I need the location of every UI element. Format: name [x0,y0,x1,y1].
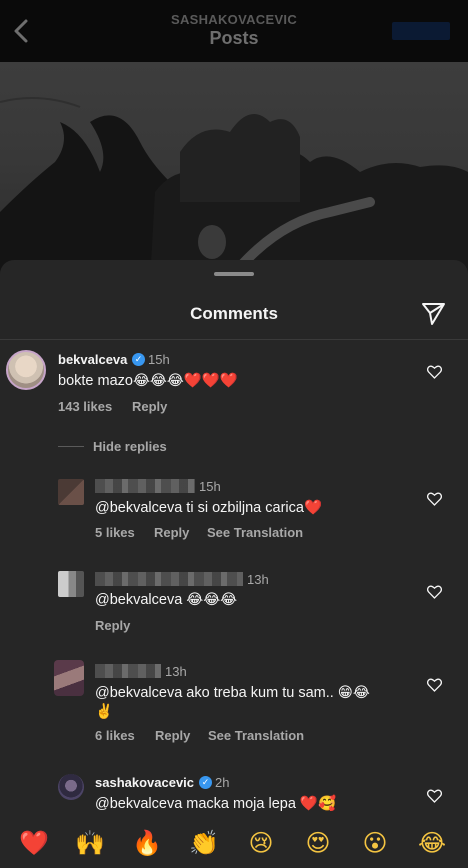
avatar-reply-2[interactable] [58,571,84,597]
reply-3-time: 13h [165,664,187,679]
reply-4-username[interactable]: sashakovacevic [95,775,194,790]
sheet-title: Comments [190,304,278,323]
emoji-crying-button[interactable]: 😢 [246,828,276,858]
avatar-reply-1[interactable] [58,479,84,505]
redacted-username-2[interactable] [95,572,243,586]
verified-badge-icon: ✓ [132,353,145,366]
post-photo-image [0,97,468,282]
reply-2-time: 13h [247,572,269,587]
comment-likes[interactable]: 143 likes [58,399,112,414]
emoji-raised-hands-button[interactable]: 🙌 [75,828,105,858]
emoji-clapping-button[interactable]: 👏 [189,828,219,858]
reply-1-text: @bekvalceva ti si ozbiljna carica❤️ [95,500,323,516]
emoji-laughing-button[interactable]: 😂 [417,828,447,858]
post-photo [0,62,468,282]
top-nav-bar: SASHAKOVACEVIC Posts [0,0,468,62]
reply-2-text: @bekvalceva 😂😂😂 [95,592,238,608]
comment-time: 15h [148,352,170,367]
reply-1-see-translation[interactable]: See Translation [207,525,303,540]
reply-1-reply-button[interactable]: Reply [154,525,189,540]
reply-3-likes[interactable]: 6 likes [95,728,135,743]
reply-3-reply-button[interactable]: Reply [155,728,190,743]
emoji-heart-eyes-button[interactable]: 😍 [303,828,333,858]
reply-4-time: 2h [215,775,230,790]
like-heart-icon[interactable] [427,365,442,379]
avatar-sashakovacevic[interactable] [58,774,84,800]
emoji-fire-button[interactable]: 🔥 [132,828,162,858]
avatar-reply-3[interactable] [54,660,84,696]
like-heart-icon[interactable] [427,492,442,506]
like-heart-icon[interactable] [427,789,442,803]
share-paper-plane-icon[interactable] [420,300,446,326]
verified-badge-icon: ✓ [199,776,212,789]
header-divider [0,339,468,340]
reply-1-time: 15h [199,479,221,494]
follow-button-redacted[interactable] [392,22,450,40]
reply-3-text-line2: ✌️ [95,704,114,720]
like-heart-icon[interactable] [427,585,442,599]
redacted-username-1[interactable] [95,479,195,493]
quick-emoji-bar [0,820,468,868]
redacted-username-3[interactable] [95,664,161,678]
emoji-surprised-button[interactable]: 😮 [360,828,390,858]
reply-1-likes[interactable]: 5 likes [95,525,135,540]
reply-4-text: @bekvalceva macka moja lepa ❤️🥰 [95,796,337,812]
emoji-heart-button[interactable]: ❤️ [19,828,49,858]
comment-reply-button[interactable]: Reply [132,399,167,414]
reply-3-text: @bekvalceva ako treba kum tu sam.. 😁😂 [95,685,370,701]
like-heart-icon[interactable] [427,678,442,692]
comment-text: bokte mazo😂😂😂❤️❤️❤️ [58,373,238,389]
comment-username[interactable]: bekvalceva [58,352,127,367]
avatar-bekvalceva[interactable] [6,350,46,390]
reply-3-see-translation[interactable]: See Translation [208,728,304,743]
reply-2-reply-button[interactable]: Reply [95,618,130,633]
hide-replies-button[interactable]: Hide replies [93,439,167,454]
replies-divider-line [58,446,84,447]
sheet-drag-handle[interactable] [214,272,254,276]
